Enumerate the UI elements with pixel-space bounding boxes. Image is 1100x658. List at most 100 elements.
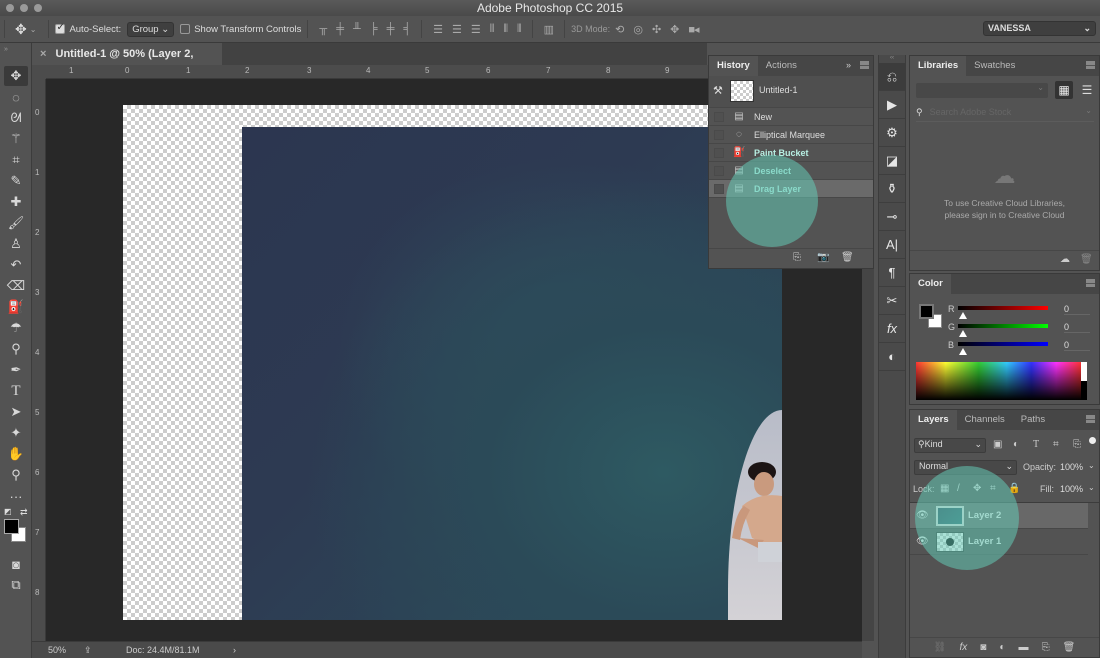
cc-sync-icon[interactable]: ☁ xyxy=(1060,254,1070,265)
brush-settings-icon[interactable]: ⊸ xyxy=(879,203,905,231)
3d-panel-icon[interactable]: ⚙ xyxy=(879,119,905,147)
lock-artboard-icon[interactable]: ⌗ xyxy=(990,483,996,494)
tab-swatches[interactable]: Swatches xyxy=(966,56,1023,76)
color-spectrum[interactable] xyxy=(916,362,1081,400)
filter-kind-dropdown[interactable]: ⚲Kind ⌄ xyxy=(914,438,986,453)
filter-smart-object-icon[interactable]: ⎘ xyxy=(1073,439,1081,450)
delete-trash-icon[interactable]: 🗑 xyxy=(1080,254,1093,265)
custom-shape-tool[interactable]: ✦ xyxy=(4,423,28,443)
history-item-selected[interactable]: ▤ Drag Layer xyxy=(709,180,873,198)
new-document-from-state-icon[interactable]: ⎘ xyxy=(793,252,801,263)
quick-mask-icon[interactable]: ◙ xyxy=(4,554,28,574)
align-right-icon[interactable]: ╡ xyxy=(403,23,411,35)
history-snapshot[interactable]: ⚒ Untitled-1 xyxy=(709,76,873,108)
align-left-icon[interactable]: ╞ xyxy=(370,23,378,35)
lasso-tool[interactable]: ᘛ xyxy=(4,108,28,128)
align-hcenter-icon[interactable]: ╪ xyxy=(387,23,395,35)
3d-slide-icon[interactable]: ✥ xyxy=(670,23,679,36)
tool-presets-icon[interactable]: ✂ xyxy=(879,287,905,315)
zoom-tool[interactable]: ⚲ xyxy=(4,465,28,485)
distribute-hcenter-icon[interactable]: ⫴ xyxy=(503,23,508,36)
elliptical-marquee-tool[interactable]: ◌ xyxy=(4,87,28,107)
red-slider[interactable]: R 0 xyxy=(916,302,1091,320)
healing-brush-tool[interactable]: ✚ xyxy=(4,192,28,212)
history-brush-tool[interactable]: ↶ xyxy=(4,255,28,275)
show-transform-controls-checkbox[interactable] xyxy=(180,24,191,34)
dodge-tool[interactable]: ⚲ xyxy=(4,339,28,359)
brush-presets-icon[interactable]: ⚱ xyxy=(879,175,905,203)
stock-search-input[interactable]: ⚲ Search Adobe Stock ⌄ xyxy=(916,106,1094,122)
link-layers-icon[interactable]: ⛓ xyxy=(934,642,947,653)
list-view-icon[interactable]: ☰ xyxy=(1078,81,1096,99)
black-swatch[interactable] xyxy=(1081,381,1087,400)
history-item[interactable]: ◌ Elliptical Marquee xyxy=(709,126,873,144)
auto-select-checkbox[interactable] xyxy=(55,22,66,34)
adjustments-icon[interactable]: ◐ xyxy=(879,343,905,371)
more-tools-icon[interactable]: ··· xyxy=(4,486,28,506)
paragraph-panel-icon[interactable]: ¶ xyxy=(879,259,905,287)
move-tool[interactable]: ✥ xyxy=(4,66,28,86)
blend-mode-dropdown[interactable]: Normal ⌄ xyxy=(914,460,1017,475)
hand-tool[interactable]: ✋ xyxy=(4,444,28,464)
workspace-switcher[interactable]: VANESSA ⌄ xyxy=(983,21,1096,36)
zoom-window-button[interactable] xyxy=(34,4,42,12)
status-menu-chevron-icon[interactable]: › xyxy=(233,645,236,655)
green-value-input[interactable]: 0 xyxy=(1064,322,1090,333)
tab-channels[interactable]: Channels xyxy=(957,410,1013,430)
move-tool-preset-icon[interactable]: ✥ xyxy=(15,21,27,38)
close-window-button[interactable] xyxy=(6,4,14,12)
new-layer-icon[interactable]: ⎘ xyxy=(1042,642,1050,653)
layer-2-photo[interactable] xyxy=(242,127,782,620)
lock-image-brush-icon[interactable]: / xyxy=(957,483,960,494)
add-mask-icon[interactable]: ◙ xyxy=(980,642,986,653)
path-selection-tool[interactable]: ➤ xyxy=(4,402,28,422)
history-item[interactable]: ▤ New xyxy=(709,108,873,126)
history-item[interactable]: ⛽ Paint Bucket xyxy=(709,144,873,162)
visibility-eye-icon[interactable]: 👁 xyxy=(916,510,929,521)
panel-menu-icon[interactable] xyxy=(860,61,869,69)
3d-rotate-icon[interactable]: ⟲ xyxy=(615,23,624,36)
minimize-window-button[interactable] xyxy=(20,4,28,12)
collapse-panel-icon[interactable]: » xyxy=(846,60,851,70)
magic-wand-tool[interactable]: ⚚ xyxy=(4,129,28,149)
filter-toggle[interactable] xyxy=(1089,437,1096,444)
clone-stamp-tool[interactable]: ♙ xyxy=(4,234,28,254)
distribute-top-icon[interactable]: ☰ xyxy=(433,23,443,36)
tab-actions[interactable]: Actions xyxy=(758,56,805,76)
close-tab-icon[interactable]: × xyxy=(40,48,46,60)
zoom-level[interactable]: 50% xyxy=(48,645,66,655)
green-slider[interactable]: G 0 xyxy=(916,320,1091,338)
layer-row-selected[interactable]: 👁 Layer 2 xyxy=(910,503,1088,529)
panel-menu-icon[interactable] xyxy=(1086,415,1095,423)
lock-position-icon[interactable]: ✥ xyxy=(973,483,981,494)
3d-roll-icon[interactable]: ◎ xyxy=(633,23,643,36)
distribute-bottom-icon[interactable]: ☰ xyxy=(471,23,481,36)
new-snapshot-camera-icon[interactable]: 📷 xyxy=(817,252,829,263)
filter-shape-icon[interactable]: ⌗ xyxy=(1053,439,1059,450)
styles-fx-icon[interactable]: fx xyxy=(879,315,905,343)
layer-name[interactable]: Layer 2 xyxy=(968,510,1001,521)
lock-all-icon[interactable]: 🔒 xyxy=(1008,483,1020,494)
filter-pixel-icon[interactable]: ▣ xyxy=(993,439,1002,450)
tab-history[interactable]: History xyxy=(709,56,758,76)
tab-color[interactable]: Color xyxy=(910,274,951,294)
default-colors-icon[interactable]: ◩ xyxy=(4,507,12,516)
auto-align-layers-icon[interactable]: ▥ xyxy=(544,23,554,36)
share-icon[interactable]: ⇪ xyxy=(84,645,92,656)
grid-view-icon[interactable]: ▦ xyxy=(1055,81,1073,99)
collapse-toolbar-icon[interactable]: » xyxy=(0,43,31,65)
3d-drag-icon[interactable]: ✣ xyxy=(652,23,661,36)
vertical-ruler[interactable]: 0 1 2 3 4 5 6 7 8 xyxy=(32,79,46,641)
distribute-vcenter-icon[interactable]: ☰ xyxy=(452,23,462,36)
tab-paths[interactable]: Paths xyxy=(1013,410,1053,430)
chevron-down-icon[interactable]: ⌄ xyxy=(30,25,37,34)
eyedropper-tool[interactable]: ✎ xyxy=(4,171,28,191)
3d-scale-icon[interactable]: ■◂ xyxy=(688,23,699,36)
blur-tool[interactable]: ☂ xyxy=(4,318,28,338)
actions-play-icon[interactable]: ▶ xyxy=(879,91,905,119)
type-tool[interactable]: T xyxy=(4,381,28,401)
new-adjustment-layer-icon[interactable]: ◐ xyxy=(999,642,1005,653)
swap-colors-icon[interactable]: ⇄ xyxy=(20,507,28,518)
ruler-origin[interactable] xyxy=(32,65,46,79)
history-panel-icon[interactable]: ⎌ xyxy=(879,63,905,91)
